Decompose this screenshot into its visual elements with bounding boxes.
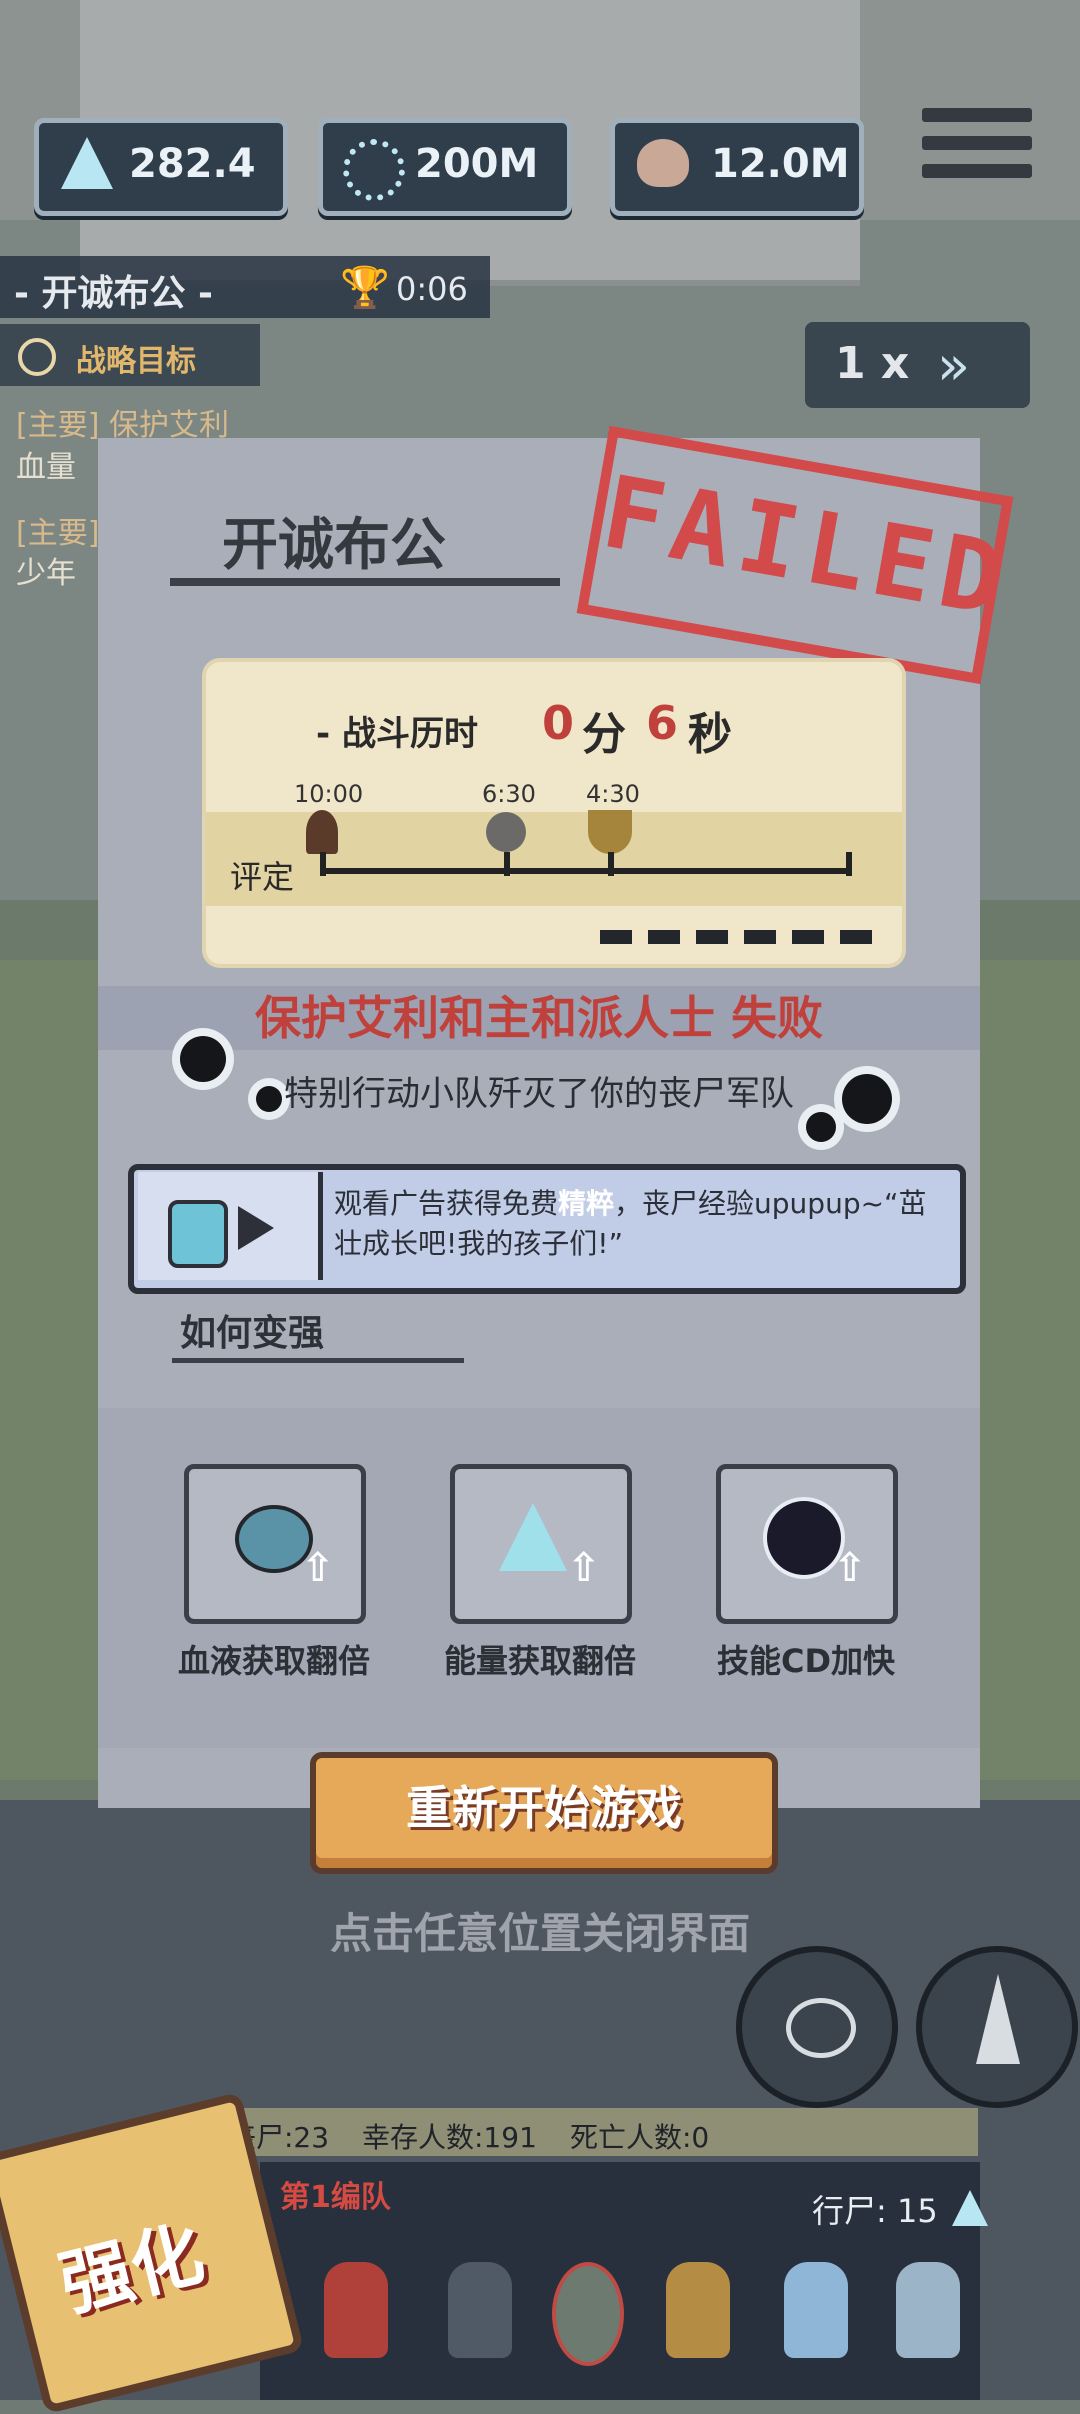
rating-timeline xyxy=(320,868,850,874)
timeline-tick xyxy=(504,852,510,876)
up-arrow-icon: ⇧ xyxy=(833,1545,867,1591)
potion-bottle-icon xyxy=(168,1200,228,1268)
option-label: 血液获取翻倍 xyxy=(177,1642,370,1680)
menu-line-icon xyxy=(922,164,1032,178)
brain-resource-bar: 12.0M xyxy=(610,118,864,216)
mission-item: [主要] xyxy=(16,516,100,551)
zombie-unit-card[interactable] xyxy=(324,2262,388,2358)
how-underline xyxy=(172,1358,464,1363)
speed-control-button[interactable]: 1 x » xyxy=(805,322,1030,408)
zombie-unit-card[interactable] xyxy=(666,2262,730,2358)
zombie-unit-card[interactable] xyxy=(552,2262,624,2366)
option-label: 能量获取翻倍 xyxy=(443,1642,636,1680)
title-underline xyxy=(170,578,560,586)
level-name: - 开诚布公 - xyxy=(14,273,213,314)
dash-mark xyxy=(648,930,680,944)
zombie-unit-card[interactable] xyxy=(448,2262,512,2358)
ad-highlight: 精粹 xyxy=(558,1187,615,1220)
option-label: 技能CD加快 xyxy=(716,1642,896,1680)
dna-value: 200M xyxy=(415,141,539,187)
energy-boost-button[interactable]: ⇧ xyxy=(450,1464,632,1624)
menu-button[interactable] xyxy=(922,108,1032,188)
skill-cd-button[interactable]: ⇧ xyxy=(716,1464,898,1624)
fast-forward-icon: » xyxy=(937,334,971,397)
crosshair-icon xyxy=(18,338,56,376)
crystal-spike-icon xyxy=(976,1974,1020,2064)
walker-count: 行尸: 15 xyxy=(812,2192,938,2230)
bullet-hole-icon xyxy=(806,1112,836,1142)
dna-resource-bar: 200M xyxy=(318,118,572,216)
fail-title: 保护艾利和主和派人士 失败 xyxy=(98,986,980,1050)
triangle-crystal-icon xyxy=(952,2190,988,2226)
menu-line-icon xyxy=(922,108,1032,122)
flag-skill-button[interactable] xyxy=(736,1946,898,2108)
restart-button[interactable]: 重新开始游戏 xyxy=(310,1752,778,1874)
trophy-icon: 🏆 xyxy=(340,265,390,311)
milestone-label: 4:30 xyxy=(586,780,640,808)
dialog-title: 开诚布公 xyxy=(222,513,446,578)
ad-text-part: 观看广告获得免费 xyxy=(334,1187,559,1220)
timeline-tick xyxy=(608,852,614,876)
energy-crystal-icon xyxy=(499,1503,567,1571)
minutes-unit: 分 xyxy=(582,709,626,760)
level-timer: 0:06 xyxy=(396,270,468,308)
milestone-label: 10:00 xyxy=(294,780,364,808)
dash-mark xyxy=(600,930,632,944)
play-icon xyxy=(238,1206,274,1250)
trophy-gold-icon xyxy=(588,810,632,854)
dark-orb-icon xyxy=(767,1501,841,1575)
blood-boost-button[interactable]: ⇧ xyxy=(184,1464,366,1624)
squad-tab[interactable]: 第1编队 xyxy=(280,2172,391,2216)
dash-mark xyxy=(840,930,872,944)
how-to-strengthen-title: 如何变强 xyxy=(180,1313,325,1354)
dna-icon xyxy=(343,139,405,201)
ad-description: 观看广告获得免费精粹，丧尸经验upupup~“茁壮成长吧!我的孩子们!” xyxy=(334,1184,946,1264)
strategy-goal-button[interactable]: 战略目标 xyxy=(0,324,260,386)
medal-bronze-icon xyxy=(306,810,338,854)
minutes-value: 0 xyxy=(542,696,575,750)
dash-mark xyxy=(792,930,824,944)
battle-time-label: - 战斗历时 xyxy=(316,714,478,754)
triangle-crystal-icon xyxy=(61,137,113,189)
level-bar: - 开诚布公 - 🏆 0:06 xyxy=(0,256,490,318)
energy-resource-bar: 282.4 xyxy=(34,118,288,216)
dash-mark xyxy=(696,930,728,944)
timeline-tick xyxy=(846,852,852,876)
seconds-unit: 秒 xyxy=(688,709,732,760)
dead-count: 死亡人数:0 xyxy=(570,2121,710,2154)
milestone-label: 6:30 xyxy=(482,780,536,808)
up-arrow-icon: ⇧ xyxy=(567,1545,601,1591)
close-hint[interactable]: 点击任意位置关闭界面 xyxy=(0,1900,1080,1961)
menu-line-icon xyxy=(922,136,1032,150)
survivor-count: 幸存人数:191 xyxy=(362,2121,537,2154)
medal-silver-icon xyxy=(486,812,526,852)
zombie-unit-card[interactable] xyxy=(896,2262,960,2358)
zombie-unit-card[interactable] xyxy=(784,2262,848,2358)
fail-subtitle: 特别行动小队歼灭了你的丧尸军队 xyxy=(284,1074,794,1114)
dash-mark xyxy=(744,930,776,944)
flag-icon xyxy=(786,1998,856,2058)
mission-item: 血量 xyxy=(16,450,76,485)
ad-video-icon[interactable] xyxy=(138,1172,323,1280)
seconds-value: 6 xyxy=(646,696,679,750)
speed-value: 1 x xyxy=(835,338,910,389)
goal-label: 战略目标 xyxy=(76,344,196,379)
energy-value: 282.4 xyxy=(129,141,256,187)
crystal-skill-button[interactable] xyxy=(916,1946,1078,2108)
timeline-tick xyxy=(320,852,326,876)
brain-icon xyxy=(637,139,689,187)
rating-label: 评定 xyxy=(230,858,295,896)
up-arrow-icon: ⇧ xyxy=(301,1545,335,1591)
mission-item: 少年 xyxy=(16,556,76,591)
brain-value: 12.0M xyxy=(711,141,850,187)
